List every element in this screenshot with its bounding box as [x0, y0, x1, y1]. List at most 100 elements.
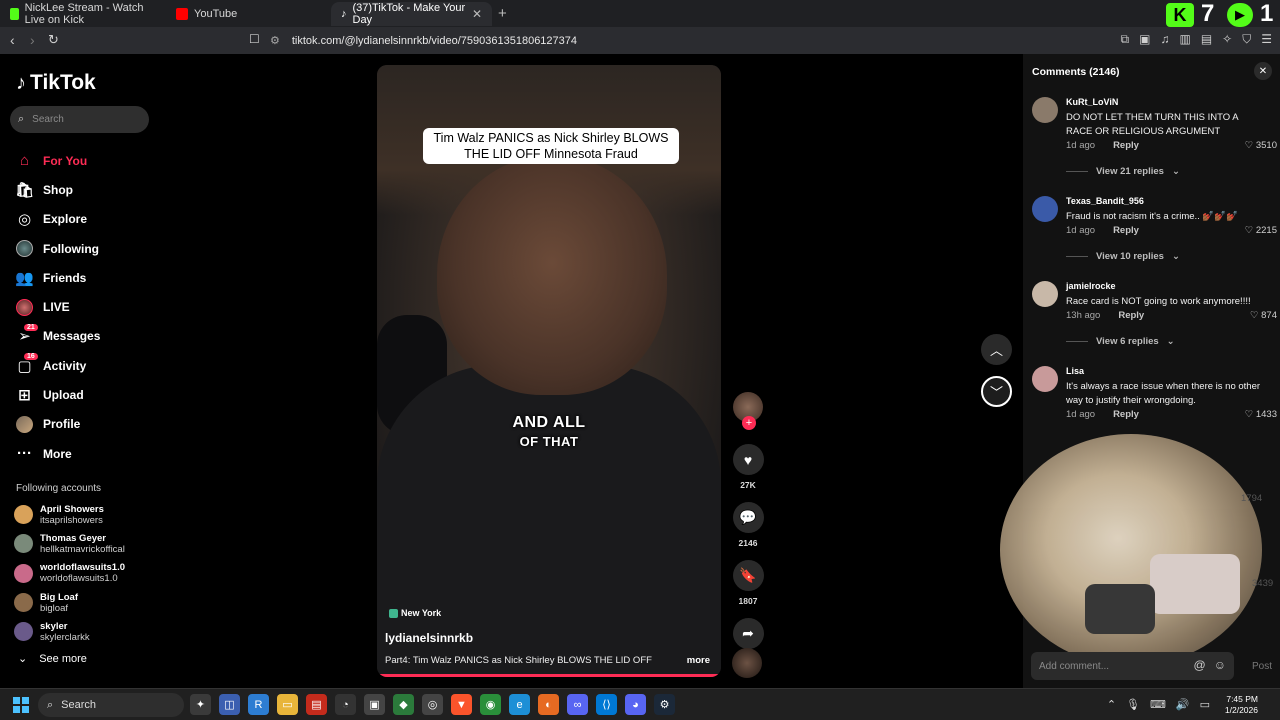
kick-extension-icon[interactable]: K — [1166, 3, 1194, 27]
discord-icon[interactable]: ◕ — [625, 694, 646, 715]
network-icon[interactable]: ⌨ — [1150, 698, 1166, 711]
avatar[interactable] — [1032, 97, 1058, 123]
music-disc-icon[interactable] — [732, 648, 762, 678]
address-bar[interactable]: ⚙ tiktok.com/@lydianelsinnrkb/video/7590… — [270, 29, 995, 52]
following-account[interactable]: April Showers itsaprilshowers — [14, 500, 125, 529]
close-comments-button[interactable]: ✕ — [1254, 62, 1272, 80]
chrome-icon[interactable]: ◉ — [480, 694, 501, 715]
firefox-icon[interactable]: ◐ — [538, 694, 559, 715]
app-icon[interactable]: R — [248, 694, 269, 715]
sidebar-icon[interactable]: ▥ — [1179, 32, 1190, 47]
video-author[interactable]: lydianelsinnrkb — [385, 631, 473, 645]
comment-like-button[interactable]: ♡ 2215 — [1245, 225, 1277, 236]
following-account[interactable]: Big Loaf bigloaf — [14, 588, 125, 617]
wallet-icon[interactable]: ▤ — [1201, 32, 1212, 47]
previous-video-button[interactable]: ︿ — [981, 334, 1012, 365]
screenshot-icon[interactable]: ▣ — [1139, 32, 1150, 47]
reload-icon[interactable]: ↻ — [48, 32, 59, 48]
vpn-shield-icon[interactable]: ⛉ — [1242, 32, 1251, 47]
view-replies-button[interactable]: View 6 replies ⌄ — [1066, 336, 1175, 347]
nav-live[interactable]: LIVE — [16, 292, 100, 321]
creator-avatar[interactable]: + — [733, 392, 763, 430]
search-input[interactable]: ⌕ Search — [10, 106, 149, 133]
tab-kick[interactable]: NickLee Stream - Watch Live on Kick — [0, 2, 165, 26]
like-button[interactable]: ♥ — [732, 444, 764, 475]
chevron-up-icon[interactable]: ⌃ — [1107, 698, 1116, 711]
see-more-button[interactable]: ⌄ See more — [18, 652, 87, 666]
app-icon[interactable]: ▤ — [306, 694, 327, 715]
post-button[interactable]: Post — [1252, 661, 1272, 672]
bookmark-icon[interactable]: ☐ — [249, 32, 260, 46]
music-icon[interactable]: ♫ — [1160, 32, 1169, 47]
comment-username[interactable]: Lisa — [1066, 366, 1084, 376]
comment-username[interactable]: Texas_Bandit_956 — [1066, 196, 1144, 206]
avatar[interactable] — [1032, 281, 1058, 307]
comment-like-button[interactable]: ♡ 3510 — [1245, 140, 1277, 151]
ai-icon[interactable]: ✧ — [1222, 32, 1232, 47]
forward-icon[interactable]: › — [30, 32, 35, 48]
save-button[interactable]: 🔖 — [732, 560, 764, 591]
system-clock[interactable]: 7:45 PM 1/2/2026 — [1225, 694, 1258, 716]
avatar[interactable] — [1032, 366, 1058, 392]
windows-start-icon[interactable] — [13, 697, 29, 713]
menu-icon[interactable]: ☰ — [1261, 32, 1272, 47]
comment-button[interactable]: 💬 — [732, 502, 764, 533]
following-account[interactable]: worldoflawsuits1.0 worldoflawsuits1.0 — [14, 559, 125, 588]
file-explorer-icon[interactable]: ▭ — [277, 694, 298, 715]
comment-like-button[interactable]: ♡ 874 — [1250, 310, 1277, 321]
site-info-icon[interactable]: ⚙ — [270, 34, 280, 47]
app-icon[interactable]: ◫ — [219, 694, 240, 715]
video-player[interactable]: Tim Walz PANICS as Nick Shirley BLOWS TH… — [377, 65, 721, 677]
comment-input[interactable]: Add comment... @ ☺ — [1031, 652, 1234, 680]
new-tab-button[interactable]: + — [498, 5, 507, 22]
widgets-icon[interactable]: ✦ — [190, 694, 211, 715]
tab-youtube[interactable]: YouTube — [166, 2, 330, 26]
nav-profile[interactable]: Profile — [16, 410, 100, 439]
mention-icon[interactable]: @ — [1194, 658, 1206, 672]
comment-like-button[interactable]: ♡ 1433 — [1245, 409, 1277, 420]
following-account[interactable]: Thomas Geyer hellkatmavrickoffical — [14, 529, 125, 558]
microphone-icon[interactable]: 🎙 — [1126, 698, 1140, 711]
app-icon[interactable]: ◎ — [422, 694, 443, 715]
nav-messages[interactable]: ➢ 21 Messages — [16, 322, 100, 351]
nav-activity[interactable]: ▢ 16 Activity — [16, 351, 100, 380]
nav-friends[interactable]: 👥 Friends — [15, 263, 100, 292]
edge-icon[interactable]: e — [509, 694, 530, 715]
app-icon[interactable]: ◔ — [335, 694, 356, 715]
comment-username[interactable]: jamielrocke — [1066, 281, 1116, 291]
nav-upload[interactable]: ⊞ Upload — [16, 380, 100, 409]
app-icon[interactable]: ▣ — [364, 694, 385, 715]
avatar[interactable] — [1032, 196, 1058, 222]
reply-button[interactable]: Reply — [1113, 225, 1139, 236]
video-progress-bar[interactable] — [377, 674, 721, 677]
share-button[interactable]: ➦ — [732, 618, 764, 649]
nav-for-you[interactable]: ⌂ For You — [16, 146, 100, 175]
nav-explore[interactable]: ◎ Explore — [16, 205, 100, 234]
more-button[interactable]: more — [687, 655, 710, 666]
extensions-icon[interactable]: ⧉ — [1121, 32, 1130, 47]
nav-following[interactable]: Following — [16, 234, 100, 263]
follow-plus-icon[interactable]: + — [742, 416, 756, 430]
app-icon[interactable]: ∞ — [567, 694, 588, 715]
nav-shop[interactable]: 🛍 Shop — [15, 175, 100, 204]
back-icon[interactable]: ‹ — [10, 32, 15, 48]
brave-icon[interactable]: ▼ — [451, 694, 472, 715]
next-video-button[interactable]: ﹀ — [981, 376, 1012, 407]
following-account[interactable]: skyler skylerclarkk — [14, 617, 125, 646]
reply-button[interactable]: Reply — [1118, 310, 1144, 321]
volume-icon[interactable]: 🔊 — [1176, 698, 1190, 711]
comment-username[interactable]: KuRt_LoViN — [1066, 97, 1118, 107]
close-tab-icon[interactable]: ✕ — [472, 7, 482, 21]
steam-icon[interactable]: ⚙ — [654, 694, 675, 715]
vscode-icon[interactable]: ⟨⟩ — [596, 694, 617, 715]
reply-button[interactable]: Reply — [1113, 140, 1139, 151]
view-replies-button[interactable]: View 21 replies ⌄ — [1066, 166, 1180, 177]
location-tag[interactable]: New York — [389, 608, 441, 618]
app-icon[interactable]: ◆ — [393, 694, 414, 715]
taskbar-search[interactable]: ⌕ Search — [38, 693, 184, 717]
battery-icon[interactable]: ▭ — [1200, 698, 1210, 711]
emoji-icon[interactable]: ☺ — [1214, 658, 1226, 672]
tab-tiktok[interactable]: ♪ (37)TikTok - Make Your Day ✕ — [331, 2, 492, 26]
nav-more[interactable]: ··· More — [16, 439, 100, 468]
view-replies-button[interactable]: View 10 replies ⌄ — [1066, 251, 1180, 262]
